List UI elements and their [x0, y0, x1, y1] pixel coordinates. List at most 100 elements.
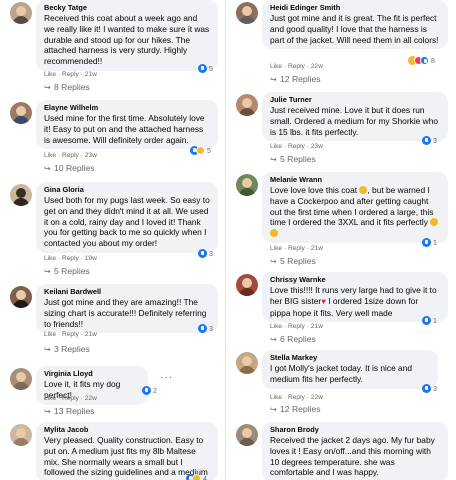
avatar[interactable] — [10, 102, 32, 124]
avatar[interactable] — [236, 94, 258, 116]
reaction-summary[interactable]: 3 — [422, 384, 437, 395]
commenter-name[interactable]: Keilani Bardwell — [44, 287, 210, 297]
comment-actions: Like · Reply · 21w — [270, 323, 323, 330]
reply-button[interactable]: Reply — [288, 143, 305, 150]
comment-bubble: Becky Tatge Received this coat about a w… — [36, 0, 218, 71]
comment-text: I got Molly's jacket today. It is nice a… — [270, 363, 413, 384]
comment-text: Just got mine and they are amazing!! The… — [44, 297, 207, 329]
avatar[interactable] — [236, 2, 258, 24]
reaction-summary[interactable]: 4 — [186, 474, 207, 480]
avatar[interactable] — [236, 174, 258, 196]
commenter-name[interactable]: Chrissy Warnke — [270, 275, 440, 285]
like-button[interactable]: Like — [270, 394, 282, 401]
avatar[interactable] — [10, 424, 32, 446]
like-button[interactable]: Like — [44, 395, 56, 402]
smiley-emoji-icon — [270, 229, 278, 238]
reaction-summary[interactable]: 1 — [422, 316, 437, 327]
comment-bubble: Elayne Wilhelm Used mine for the first t… — [36, 100, 218, 150]
view-replies-link[interactable]: ↪ 10 Replies — [44, 163, 95, 174]
reply-button[interactable]: Reply — [62, 331, 79, 338]
like-icon — [422, 316, 431, 325]
reply-button[interactable]: Reply — [62, 71, 79, 78]
reaction-summary[interactable]: 3 — [198, 324, 213, 335]
view-replies-link[interactable]: ↪ 5 Replies — [270, 154, 316, 165]
avatar[interactable] — [10, 2, 32, 24]
reply-arrow-icon: ↪ — [270, 335, 277, 344]
reply-arrow-icon: ↪ — [44, 83, 51, 92]
reaction-summary[interactable]: 3 — [422, 136, 437, 147]
comment-age: 23w — [310, 143, 323, 150]
like-button[interactable]: Like — [44, 331, 56, 338]
view-replies-link[interactable]: ↪ 6 Replies — [270, 334, 316, 345]
haha-icon — [196, 146, 205, 155]
reply-button[interactable]: Reply — [62, 152, 79, 159]
smiley-emoji-icon — [430, 218, 439, 227]
reaction-count: 8 — [430, 58, 435, 65]
view-replies-link[interactable]: ↪ 5 Replies — [44, 266, 90, 277]
reaction-summary[interactable]: 5 — [190, 146, 211, 157]
like-icon — [420, 56, 429, 65]
reply-button[interactable]: Reply — [62, 395, 79, 402]
reaction-summary[interactable]: 8 — [408, 56, 435, 67]
commenter-name[interactable]: Gina Gloria — [44, 185, 210, 195]
avatar[interactable] — [236, 274, 258, 296]
reply-arrow-icon: ↪ — [270, 155, 277, 164]
comment-age: 22w — [310, 394, 323, 401]
comment-actions: Like · Reply · 22w — [270, 63, 323, 70]
like-button[interactable]: Like — [44, 152, 56, 159]
view-replies-link[interactable]: ↪ 8 Replies — [44, 82, 90, 93]
view-replies-link[interactable]: ↪ 5 Replies — [270, 256, 316, 267]
commenter-name[interactable]: Mylita Jacob — [44, 425, 210, 435]
comment-bubble: Heidi Edinger Smith Just got mine and it… — [262, 0, 448, 50]
reply-button[interactable]: Reply — [288, 394, 305, 401]
comment-text: Received this coat about a week ago and … — [44, 13, 210, 67]
avatar[interactable] — [10, 368, 32, 390]
reaction-summary[interactable]: 3 — [198, 249, 213, 260]
comment-bubble: Mylita Jacob Very pleased. Quality const… — [36, 422, 218, 480]
reaction-summary[interactable]: 5 — [198, 64, 213, 75]
commenter-name[interactable]: Sharon Brody — [270, 425, 440, 435]
like-button[interactable]: Like — [270, 143, 282, 150]
commenter-name[interactable]: Julie Turner — [270, 95, 440, 105]
reply-button[interactable]: Reply — [62, 255, 79, 262]
comment-text: Love love love this coat , but be warned… — [270, 185, 440, 239]
commenter-name[interactable]: Virginia Lloyd — [44, 369, 140, 379]
like-button[interactable]: Like — [44, 255, 56, 262]
like-button[interactable]: Like — [44, 71, 56, 78]
reply-button[interactable]: Reply — [288, 323, 305, 330]
commenter-name[interactable]: Stella Markey — [270, 353, 430, 363]
like-icon — [198, 64, 207, 73]
comment-text: Used mine for the first time. Absolutely… — [44, 113, 205, 145]
column-divider — [225, 0, 226, 480]
like-button[interactable]: Like — [270, 323, 282, 330]
like-button[interactable]: Like — [270, 245, 282, 252]
reply-button[interactable]: Reply — [288, 63, 305, 70]
reaction-count: 3 — [432, 138, 437, 145]
comment-age: 21w — [310, 323, 323, 330]
commenter-name[interactable]: Becky Tatge — [44, 3, 210, 13]
avatar[interactable] — [236, 424, 258, 446]
reaction-summary[interactable]: 1 — [422, 238, 437, 249]
comment-age: 23w — [84, 152, 97, 159]
avatar[interactable] — [10, 286, 32, 308]
reaction-summary[interactable]: 2 — [142, 386, 157, 397]
view-replies-link[interactable]: ↪ 12 Replies — [270, 74, 321, 85]
reply-button[interactable]: Reply — [288, 245, 305, 252]
commenter-name[interactable]: Heidi Edinger Smith — [270, 3, 440, 13]
commenter-name[interactable]: Melanie Wrann — [270, 175, 440, 185]
reply-arrow-icon: ↪ — [44, 164, 51, 173]
view-replies-link[interactable]: ↪ 13 Replies — [44, 406, 95, 417]
like-icon — [198, 324, 207, 333]
comment-actions: Like · Reply · 23w — [44, 152, 97, 159]
comment-age: 22w — [84, 395, 97, 402]
view-replies-link[interactable]: ↪ 12 Replies — [270, 404, 321, 415]
like-button[interactable]: Like — [270, 63, 282, 70]
view-replies-link[interactable]: ↪ 3 Replies — [44, 344, 90, 355]
avatar[interactable] — [10, 184, 32, 206]
reply-arrow-icon: ↪ — [44, 267, 51, 276]
more-options-icon[interactable]: ··· — [160, 372, 173, 383]
comment-bubble: Melanie Wrann Love love love this coat ,… — [262, 172, 448, 243]
avatar[interactable] — [236, 352, 258, 374]
commenter-name[interactable]: Elayne Wilhelm — [44, 103, 210, 113]
comment-actions: Like · Reply · 19w — [44, 255, 97, 262]
